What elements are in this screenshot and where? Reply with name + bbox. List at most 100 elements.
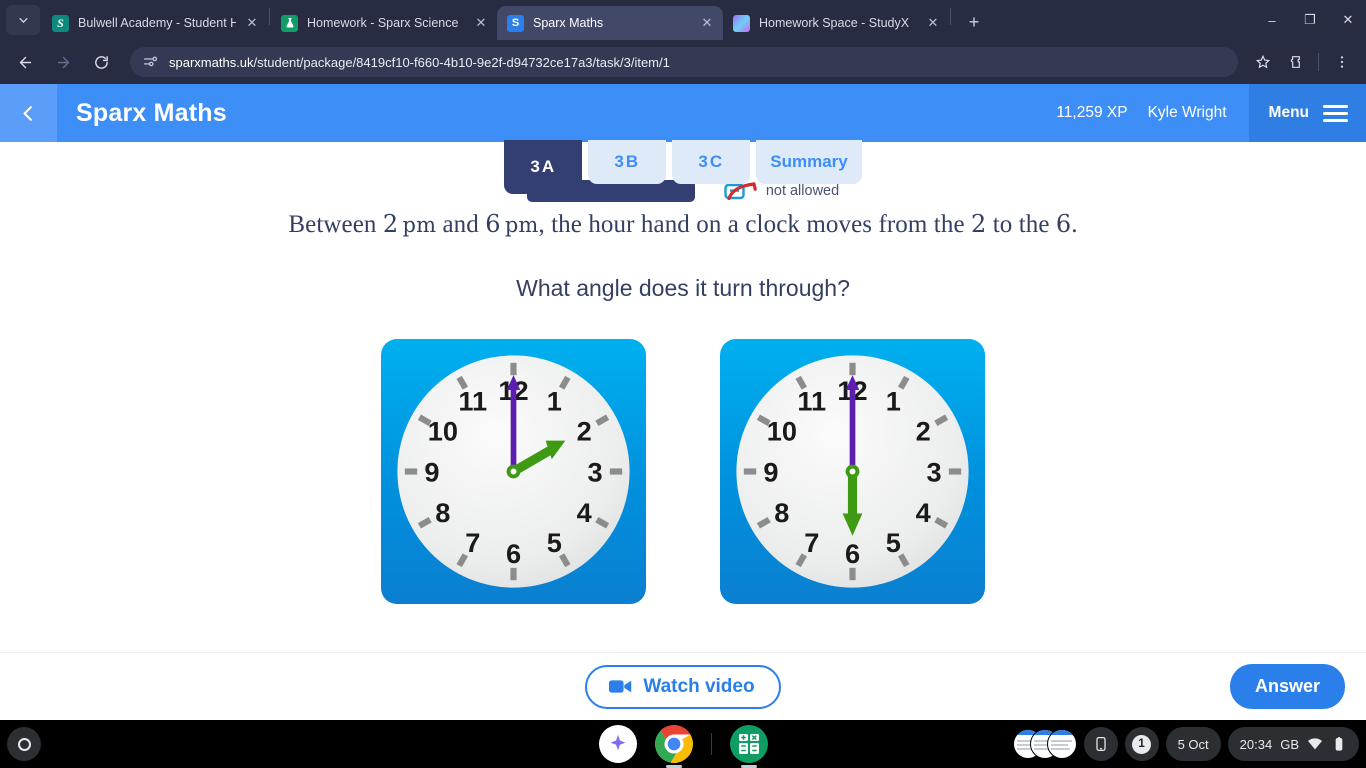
- clock-numeral: 2: [916, 416, 931, 447]
- date-tray-button[interactable]: 5 Oct: [1165, 727, 1221, 761]
- answer-button[interactable]: Answer: [1229, 664, 1345, 709]
- clock-numeral: 11: [797, 386, 826, 417]
- clock-numeral: 1: [886, 386, 901, 417]
- sparx-maths-icon: S: [507, 14, 524, 32]
- clock-2-oclock: 121234567891011: [397, 355, 630, 588]
- web-page-content: Sparx Maths 11,259 XP Kyle Wright Menu n…: [0, 84, 1366, 720]
- clock-numeral: 10: [767, 416, 797, 447]
- question-footer: Watch video Answer: [0, 652, 1366, 720]
- url-host: sparxmaths.uk: [169, 54, 254, 70]
- tab-close-button[interactable]: ✕: [697, 13, 717, 33]
- wifi-glyph: [1308, 738, 1322, 750]
- browser-toolbar: sparxmaths.uk/student/package/8419cf10-f…: [0, 40, 1366, 84]
- watch-video-button[interactable]: Watch video: [585, 664, 781, 709]
- clock-figures: 121234567891011: [0, 339, 1366, 604]
- xp-counter: 11,259 XP: [1056, 104, 1128, 121]
- question-fragment: Between: [288, 211, 383, 238]
- tab-close-button[interactable]: ✕: [242, 13, 262, 33]
- tab-title: Homework Space - StudyX: [759, 16, 910, 30]
- question-fragment: 2: [382, 210, 399, 238]
- three-dot-menu-icon: [1340, 56, 1344, 68]
- browser-tab-0[interactable]: S Bulwell Academy - Student Hom ✕: [42, 6, 268, 40]
- toolbar-separator: [1318, 53, 1319, 71]
- url-path: /student/package/8419cf10-f660-4b10-9e2f…: [253, 54, 670, 70]
- reload-icon: [94, 55, 108, 69]
- notification-count: 1: [1132, 734, 1152, 754]
- user-name: Kyle Wright: [1147, 104, 1227, 121]
- extensions-button[interactable]: [1282, 48, 1310, 76]
- chrome-menu-button[interactable]: [1328, 48, 1356, 76]
- question-fragment: .: [1071, 211, 1078, 238]
- notification-counter-button[interactable]: 1: [1124, 727, 1159, 761]
- watch-video-label: Watch video: [643, 675, 755, 697]
- gemini-app-icon[interactable]: [598, 725, 637, 763]
- clock-numeral: 4: [577, 497, 592, 528]
- question-line-2: What angle does it turn through?: [516, 275, 850, 301]
- back-button[interactable]: [10, 47, 40, 77]
- hamburger-icon: [1323, 104, 1348, 122]
- maximize-button[interactable]: ❐: [1292, 6, 1328, 34]
- clock-numeral: 10: [428, 416, 458, 447]
- tab-title: Sparx Maths: [533, 16, 604, 30]
- browser-tab-3[interactable]: Homework Space - StudyX ✕: [723, 6, 949, 40]
- site-settings-icon[interactable]: [142, 54, 159, 71]
- video-camera-icon: [609, 680, 632, 693]
- new-tab-button[interactable]: +: [960, 8, 988, 36]
- task-tabs-area: not allowed 3A 3B 3C Summary: [0, 140, 1366, 204]
- wifi-icon: [1307, 736, 1323, 752]
- tab-summary[interactable]: Summary: [756, 140, 862, 184]
- reload-button[interactable]: [86, 47, 116, 77]
- time-label: 20:34: [1239, 736, 1273, 752]
- clock-numeral: 11: [458, 386, 487, 417]
- sparkle-glyph: [610, 734, 625, 751]
- question-fragment: 6: [1055, 210, 1072, 238]
- clock-numeral: 8: [435, 497, 450, 528]
- clock-numeral: 6: [506, 538, 521, 569]
- chrome-app-icon[interactable]: [654, 725, 693, 768]
- clock-numeral: 7: [465, 527, 480, 558]
- browser-tab-2[interactable]: S Sparx Maths ✕: [497, 6, 723, 40]
- browser-tab-1[interactable]: Homework - Sparx Science ✕: [271, 6, 497, 40]
- question-body: Between 2 pm and 6 pm, the hour hand on …: [0, 204, 1366, 604]
- phone-glyph: [1095, 737, 1106, 751]
- phone-hub-button[interactable]: [1083, 727, 1118, 761]
- tab-3a[interactable]: 3A: [504, 140, 583, 194]
- tab-search-button[interactable]: [6, 5, 40, 35]
- chrome-glyph: [654, 725, 693, 763]
- window-controls: – ❐ ✕: [1254, 6, 1366, 34]
- address-bar[interactable]: sparxmaths.uk/student/package/8419cf10-f…: [130, 47, 1238, 77]
- question-fragment: 6: [485, 210, 501, 238]
- tab-separator: [269, 7, 270, 25]
- question-fragment: and: [436, 211, 486, 238]
- tab-close-button[interactable]: ✕: [471, 13, 491, 33]
- clock-numeral: 5: [547, 527, 562, 558]
- phone-hub-icon: [1093, 736, 1109, 752]
- url-text: sparxmaths.uk/student/package/8419cf10-f…: [169, 55, 670, 70]
- status-tray-button[interactable]: 20:34 GB: [1227, 727, 1359, 761]
- tab-title: Bulwell Academy - Student Hom: [78, 16, 236, 30]
- sharepoint-icon: S: [52, 14, 69, 32]
- tab-3c[interactable]: 3C: [672, 140, 751, 184]
- flask-icon: [281, 14, 298, 32]
- header-right: 11,259 XP Kyle Wright Menu: [1056, 84, 1366, 142]
- clock-numeral: 3: [926, 456, 941, 487]
- close-window-button[interactable]: ✕: [1330, 6, 1366, 34]
- clock-numeral: 3: [587, 456, 602, 487]
- bookmark-button[interactable]: [1249, 48, 1277, 76]
- clock-numeral: 9: [763, 456, 778, 487]
- system-tray: 1 5 Oct 20:34 GB: [1012, 727, 1359, 761]
- battery-icon: [1331, 736, 1347, 752]
- forward-button[interactable]: [48, 47, 78, 77]
- tab-close-button[interactable]: ✕: [923, 13, 943, 33]
- window-preview-thumb[interactable]: [1046, 729, 1077, 759]
- window-previews-icon[interactable]: [1012, 729, 1077, 759]
- minimize-button[interactable]: –: [1254, 6, 1290, 34]
- app-back-button[interactable]: [0, 84, 57, 142]
- tab-3b[interactable]: 3B: [588, 140, 667, 184]
- question-fragment: pm: [398, 213, 437, 237]
- star-icon: [1255, 54, 1271, 69]
- task-tabs: 3A 3B 3C Summary: [0, 140, 1366, 194]
- clock-numeral: 2: [577, 416, 592, 447]
- menu-button[interactable]: Menu: [1248, 84, 1366, 142]
- calculator-app-icon[interactable]: [729, 725, 768, 768]
